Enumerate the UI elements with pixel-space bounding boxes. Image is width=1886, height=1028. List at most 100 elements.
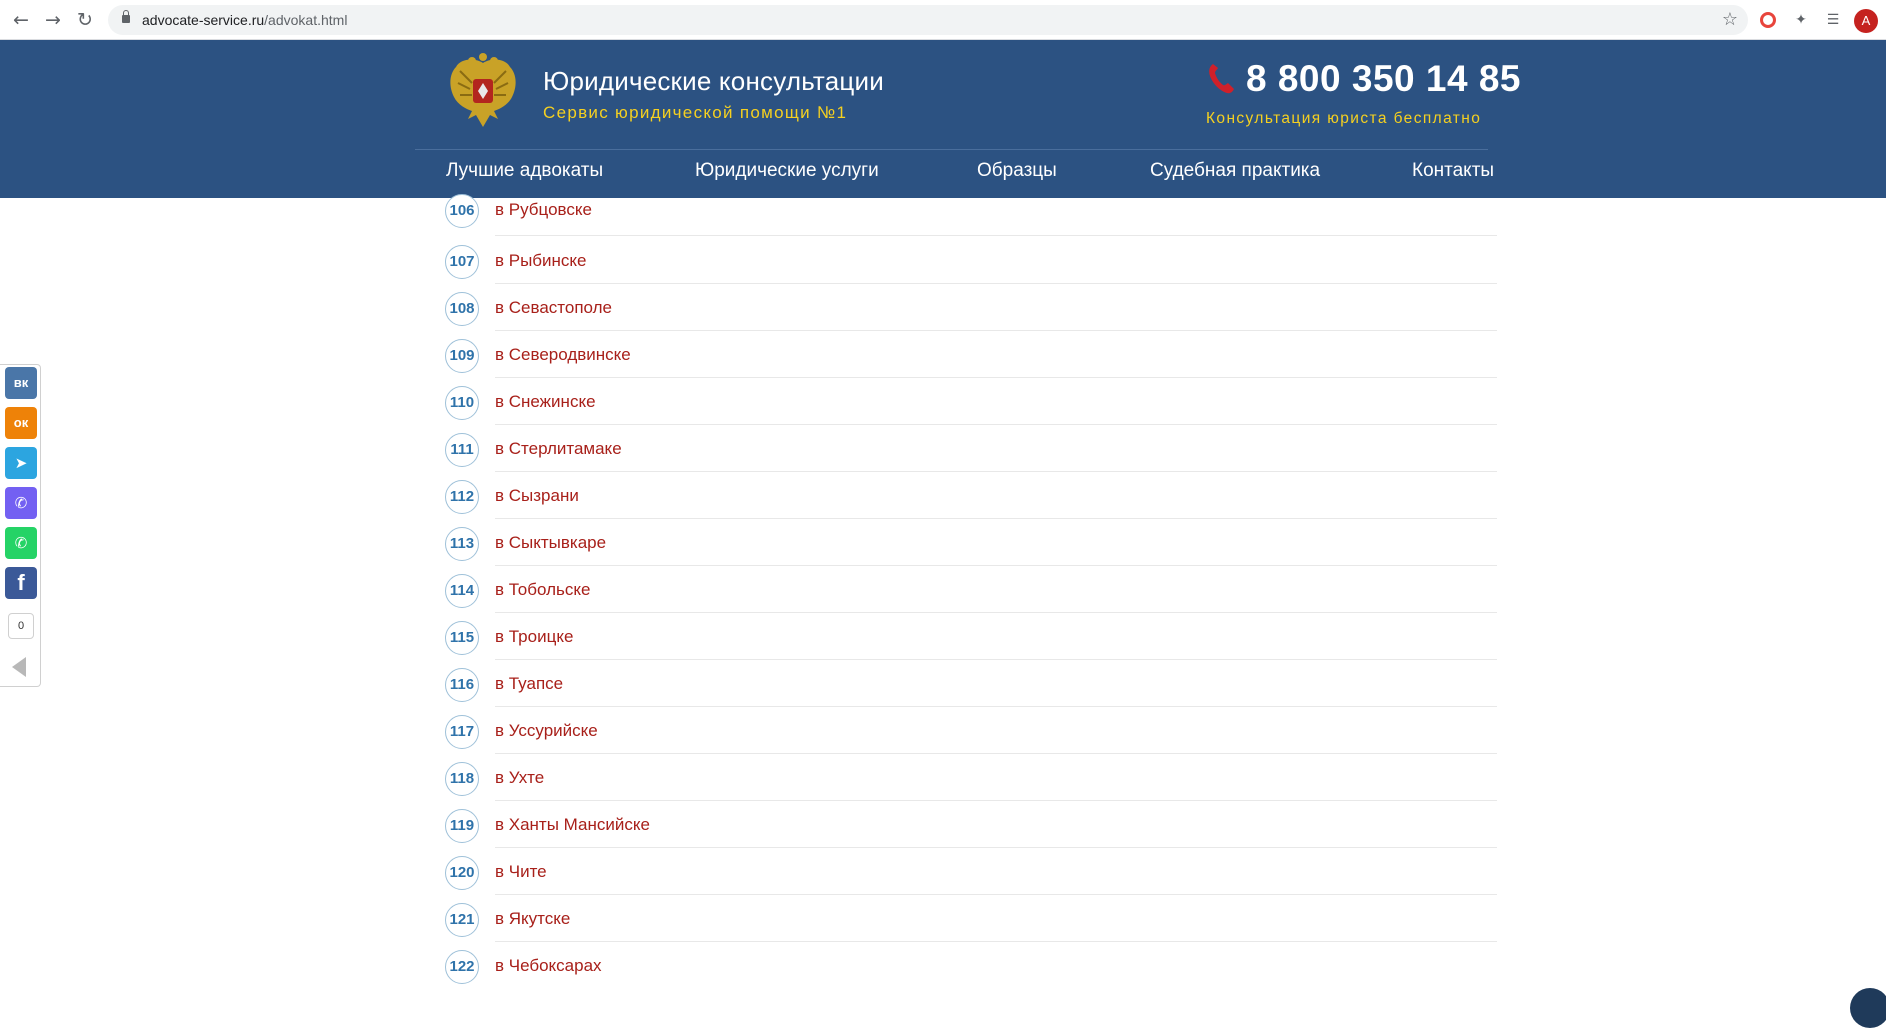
item-number: 118 bbox=[445, 762, 479, 796]
city-link[interactable]: в Уссурийске bbox=[495, 721, 598, 741]
row-divider bbox=[495, 330, 1497, 331]
extensions-puzzle-icon[interactable]: ✦ bbox=[1791, 10, 1811, 30]
target-extension-icon[interactable] bbox=[1760, 12, 1776, 28]
city-link[interactable]: в Северодвинске bbox=[495, 345, 631, 365]
city-link[interactable]: в Чебоксарах bbox=[495, 956, 602, 976]
item-number: 106 bbox=[445, 194, 479, 228]
item-number: 111 bbox=[445, 433, 479, 467]
row-divider bbox=[495, 800, 1497, 801]
city-link[interactable]: в Стерлитамаке bbox=[495, 439, 622, 459]
item-number: 108 bbox=[445, 292, 479, 326]
browser-toolbar: ← → ↻ advocate-service.ru/advokat.html ☆… bbox=[0, 0, 1886, 40]
city-link[interactable]: в Сыктывкаре bbox=[495, 533, 606, 553]
vk-icon[interactable]: вк bbox=[5, 367, 37, 399]
item-number: 120 bbox=[445, 856, 479, 890]
site-title: Юридические консультации bbox=[543, 66, 884, 96]
list-item: 121 в Якутске bbox=[445, 903, 1497, 950]
city-link[interactable]: в Тобольске bbox=[495, 580, 590, 600]
list-item: 122 в Чебоксарах bbox=[445, 950, 1497, 997]
forward-arrow-icon[interactable]: → bbox=[41, 8, 65, 32]
item-number: 119 bbox=[445, 809, 479, 843]
telegram-icon[interactable]: ➤ bbox=[5, 447, 37, 479]
facebook-icon[interactable]: f bbox=[5, 567, 37, 599]
city-link[interactable]: в Троицке bbox=[495, 627, 573, 647]
odnoklassniki-icon[interactable]: ок bbox=[5, 407, 37, 439]
collapse-arrow-icon[interactable] bbox=[12, 657, 26, 677]
city-link[interactable]: в Туапсе bbox=[495, 674, 563, 694]
list-item: 114 в Тобольске bbox=[445, 574, 1497, 621]
social-share-panel: вк ок ➤ ✆ ✆ f 0 bbox=[0, 364, 41, 687]
city-link[interactable]: в Рыбинске bbox=[495, 251, 587, 271]
coat-of-arms-logo[interactable] bbox=[446, 53, 520, 133]
item-number: 112 bbox=[445, 480, 479, 514]
viber-icon[interactable]: ✆ bbox=[5, 487, 37, 519]
item-number: 121 bbox=[445, 903, 479, 937]
row-divider bbox=[495, 753, 1497, 754]
row-divider bbox=[495, 377, 1497, 378]
menu-item-legal-services[interactable]: Юридические услуги bbox=[695, 160, 879, 182]
back-arrow-icon[interactable]: ← bbox=[9, 8, 33, 32]
list-item: 119 в Ханты Мансийске bbox=[445, 809, 1497, 856]
bookmark-star-icon[interactable]: ☆ bbox=[1722, 9, 1738, 30]
list-item: 106 в Рубцовске bbox=[445, 194, 1497, 245]
reload-icon[interactable]: ↻ bbox=[73, 8, 97, 32]
list-item: 117 в Уссурийске bbox=[445, 715, 1497, 762]
media-queue-icon[interactable]: ☰ bbox=[1823, 10, 1843, 30]
item-number: 115 bbox=[445, 621, 479, 655]
list-item: 118 в Ухте bbox=[445, 762, 1497, 809]
row-divider bbox=[495, 518, 1497, 519]
city-link[interactable]: в Севастополе bbox=[495, 298, 612, 318]
row-divider bbox=[495, 847, 1497, 848]
menu-item-best-lawyers[interactable]: Лучшие адвокаты bbox=[446, 160, 603, 182]
item-number: 110 bbox=[445, 386, 479, 420]
item-number: 114 bbox=[445, 574, 479, 608]
list-item: 111 в Стерлитамаке bbox=[445, 433, 1497, 480]
row-divider bbox=[495, 565, 1497, 566]
row-divider bbox=[495, 424, 1497, 425]
city-link[interactable]: в Сызрани bbox=[495, 486, 579, 506]
city-link[interactable]: в Ухте bbox=[495, 768, 544, 788]
item-number: 122 bbox=[445, 950, 479, 984]
row-divider bbox=[495, 706, 1497, 707]
share-counter: 0 bbox=[8, 613, 34, 639]
address-bar[interactable]: advocate-service.ru/advokat.html ☆ bbox=[108, 5, 1748, 35]
list-item: 109 в Северодвинске bbox=[445, 339, 1497, 386]
site-header: Юридические консультации Сервис юридичес… bbox=[0, 40, 1886, 198]
city-link[interactable]: в Рубцовске bbox=[495, 200, 592, 220]
list-item: 110 в Снежинске bbox=[445, 386, 1497, 433]
list-item: 115 в Троицке bbox=[445, 621, 1497, 668]
item-number: 109 bbox=[445, 339, 479, 373]
chat-widget-icon[interactable] bbox=[1850, 988, 1886, 1028]
city-link[interactable]: в Чите bbox=[495, 862, 547, 882]
city-link[interactable]: в Якутске bbox=[495, 909, 570, 929]
whatsapp-icon[interactable]: ✆ bbox=[5, 527, 37, 559]
phone-caption: Консультация юриста бесплатно bbox=[1206, 110, 1482, 127]
site-subtitle: Сервис юридической помощи №1 bbox=[543, 103, 848, 122]
list-item: 120 в Чите bbox=[445, 856, 1497, 903]
profile-avatar[interactable]: A bbox=[1854, 9, 1878, 33]
list-item: 108 в Севастополе bbox=[445, 292, 1497, 339]
city-link[interactable]: в Снежинске bbox=[495, 392, 596, 412]
url-text: advocate-service.ru/advokat.html bbox=[142, 12, 348, 28]
row-divider bbox=[495, 471, 1497, 472]
city-link[interactable]: в Ханты Мансийске bbox=[495, 815, 650, 835]
row-divider bbox=[495, 894, 1497, 895]
row-divider bbox=[495, 659, 1497, 660]
list-item: 112 в Сызрани bbox=[445, 480, 1497, 527]
row-divider bbox=[495, 941, 1497, 942]
row-divider bbox=[495, 235, 1497, 236]
item-number: 107 bbox=[445, 245, 479, 279]
list-item: 113 в Сыктывкаре bbox=[445, 527, 1497, 574]
menu-item-court-practice[interactable]: Судебная практика bbox=[1150, 160, 1320, 182]
item-number: 116 bbox=[445, 668, 479, 702]
menu-item-contacts[interactable]: Контакты bbox=[1412, 160, 1494, 182]
menu-item-samples[interactable]: Образцы bbox=[977, 160, 1057, 182]
phone-icon bbox=[1209, 64, 1234, 94]
header-divider bbox=[415, 149, 1488, 150]
list-item: 116 в Туапсе bbox=[445, 668, 1497, 715]
item-number: 117 bbox=[445, 715, 479, 749]
list-item: 107 в Рыбинске bbox=[445, 245, 1497, 292]
row-divider bbox=[495, 612, 1497, 613]
row-divider bbox=[495, 283, 1497, 284]
phone-number[interactable]: 8 800 350 14 85 bbox=[1246, 58, 1521, 100]
